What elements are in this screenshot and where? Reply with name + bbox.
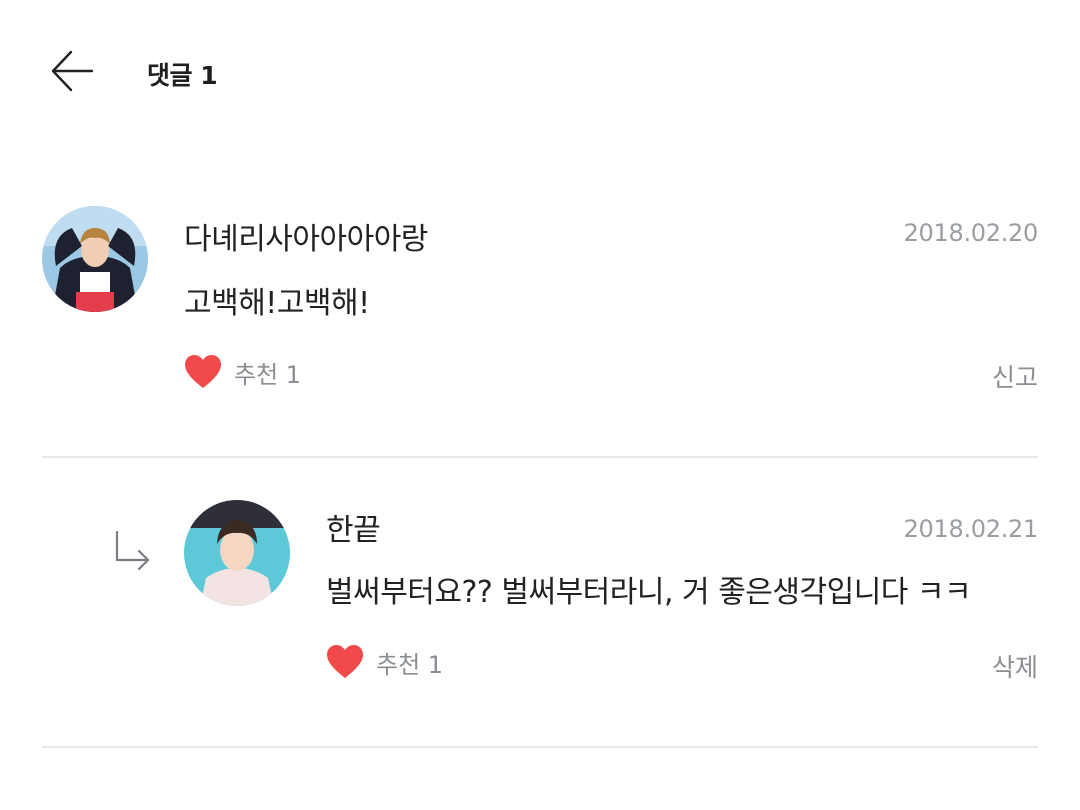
comment-author[interactable]: 다녜리사아아아아랑 — [184, 214, 428, 258]
heart-icon — [185, 355, 221, 388]
back-button[interactable] — [44, 44, 100, 100]
avatar[interactable] — [184, 500, 290, 606]
page-title: 댓글 1 — [147, 61, 218, 90]
comment-date: 2018.02.21 — [903, 515, 1039, 543]
comment-text: 고백해!고백해! — [184, 286, 370, 321]
comment-text: 벌써부터요?? 벌써부터라니, 거 좋은생각입니다 ㅋㅋ — [326, 575, 972, 610]
like-count: 추천 1 — [376, 650, 444, 679]
comment-author[interactable]: 한끝 — [326, 505, 381, 549]
like-button[interactable]: 추천 1 — [326, 644, 443, 680]
divider — [42, 456, 1038, 458]
avatar-photo — [184, 500, 290, 606]
avatar-photo — [42, 206, 148, 312]
avatar[interactable] — [42, 206, 148, 312]
report-link[interactable]: 신고 — [992, 358, 1038, 394]
like-count: 추천 1 — [234, 360, 302, 389]
arrow-left-icon — [51, 50, 94, 92]
header-bar: 댓글 1 — [0, 0, 1080, 140]
comment-date: 2018.02.20 — [903, 219, 1039, 247]
divider — [42, 746, 1038, 748]
delete-link[interactable]: 삭제 — [992, 648, 1038, 684]
heart-icon — [327, 645, 363, 678]
like-button[interactable]: 추천 1 — [184, 354, 301, 390]
reply-arrow-icon — [112, 530, 154, 576]
